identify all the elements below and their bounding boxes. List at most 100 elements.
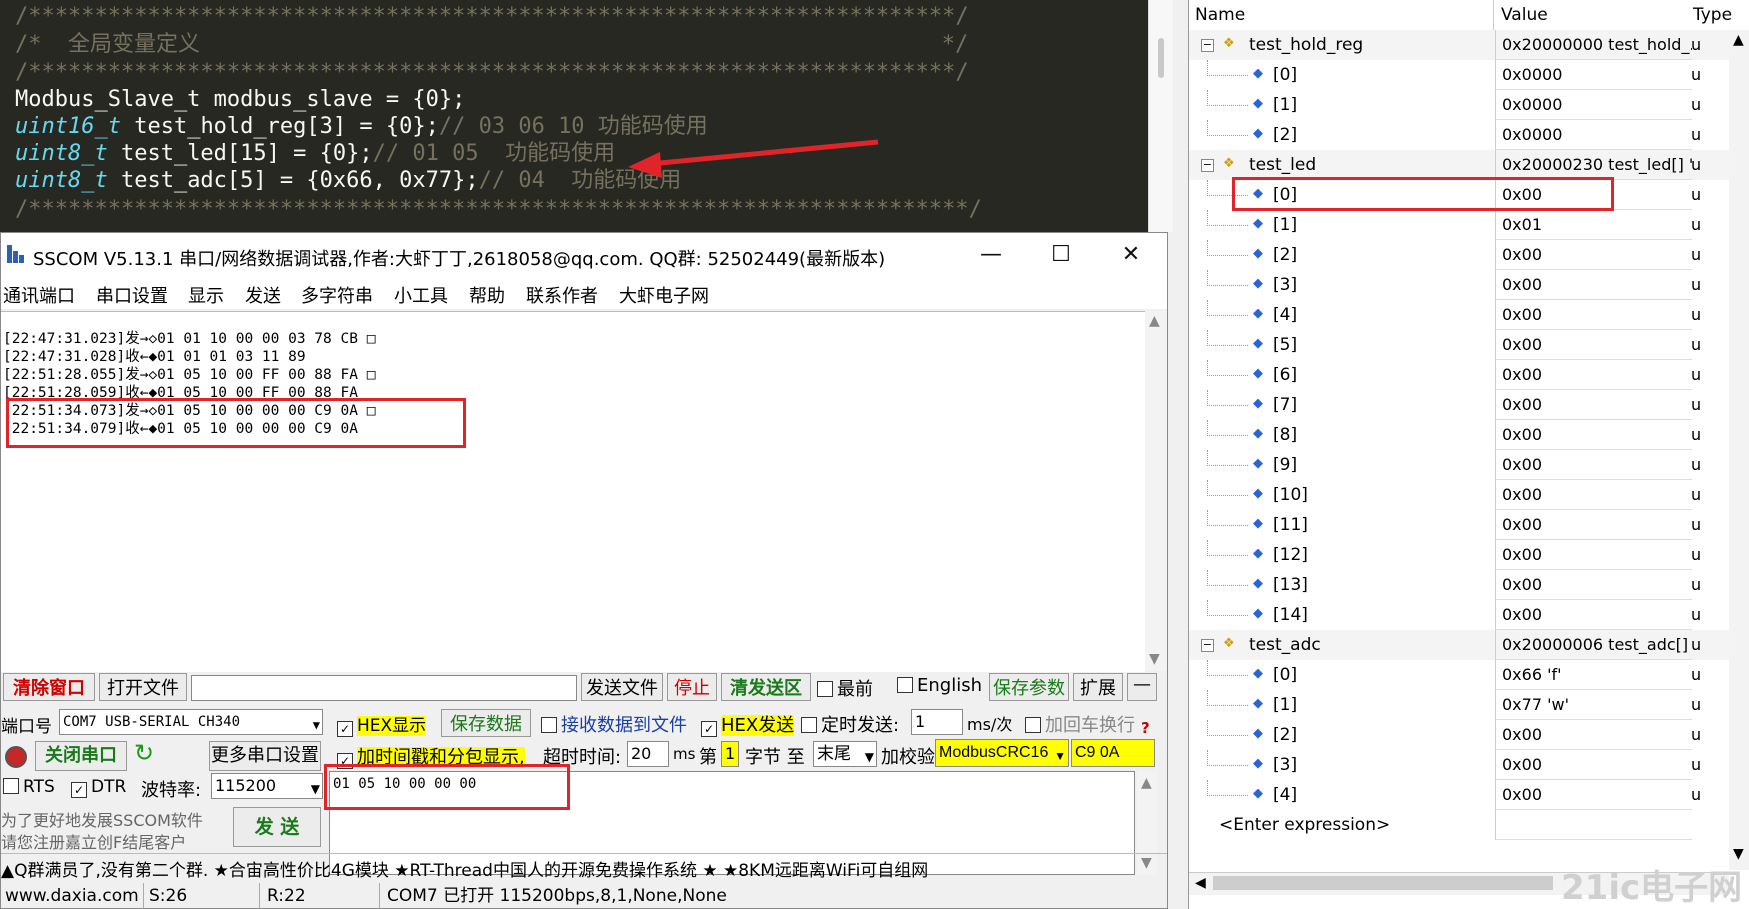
help-icon[interactable]: ? bbox=[1141, 719, 1150, 737]
save-data-button[interactable]: 保存数据 bbox=[441, 709, 531, 737]
watch-scrollbar[interactable]: ▲ ▼ bbox=[1729, 30, 1749, 870]
watch-row-enter-expression[interactable]: <Enter expression> bbox=[1189, 810, 1729, 840]
timeout-input[interactable]: 20 bbox=[627, 741, 669, 767]
watch-row-element[interactable]: ◆ [14] 0x00 u bbox=[1189, 600, 1729, 630]
hex-display-checkbox[interactable]: ✓ HEX显示 bbox=[337, 711, 427, 737]
scroll-left-icon[interactable]: ◀ bbox=[1195, 875, 1206, 891]
collapse-toggle-icon[interactable]: − bbox=[1201, 639, 1214, 652]
hex-send-checkbox[interactable]: ✓ HEX发送 bbox=[701, 711, 795, 737]
recv-to-file-checkbox[interactable]: 接收数据到文件 bbox=[541, 711, 687, 737]
collapse-button[interactable]: — bbox=[1127, 673, 1157, 701]
crc-result-field: C9 0A bbox=[1071, 739, 1155, 767]
menu-item-display[interactable]: 显示 bbox=[188, 282, 224, 308]
timed-interval-input[interactable]: 1 bbox=[911, 709, 963, 735]
watch-row-element[interactable]: ◆ [6] 0x00 u bbox=[1189, 360, 1729, 390]
code-decl: test_led[15] = {0}; bbox=[107, 141, 373, 166]
more-serial-settings-button[interactable]: 更多串口设置 bbox=[209, 741, 321, 771]
editor-scroll-thumb[interactable] bbox=[1158, 38, 1164, 78]
receive-scrollbar[interactable]: ▲ ▼ bbox=[1145, 311, 1167, 671]
baud-select[interactable]: 115200 ▼ bbox=[211, 773, 323, 799]
send-button[interactable]: 发 送 bbox=[233, 807, 321, 847]
timed-send-checkbox[interactable]: 定时发送: bbox=[801, 711, 899, 737]
watch-row-element[interactable]: ◆ [8] 0x00 u bbox=[1189, 420, 1729, 450]
add-crlf-checkbox[interactable]: 加回车换行 bbox=[1025, 711, 1135, 737]
watch-row-element[interactable]: ◆ [13] 0x00 u bbox=[1189, 570, 1729, 600]
menu-item-contact[interactable]: 联系作者 bbox=[526, 282, 598, 308]
status-sent-count: S:26 bbox=[145, 883, 260, 909]
code-editor[interactable]: /***************************************… bbox=[0, 0, 1148, 232]
watch-row-element[interactable]: ◆ [12] 0x00 u bbox=[1189, 540, 1729, 570]
watch-row-element[interactable]: ◆ [4] 0x00 u bbox=[1189, 300, 1729, 330]
watch-row-element[interactable]: ◆ [3] 0x00 u bbox=[1189, 270, 1729, 300]
title-bar[interactable]: SSCOM V5.13.1 串口/网络数据调试器,作者:大虾丁丁,2618058… bbox=[1, 233, 1167, 277]
open-file-button[interactable]: 打开文件 bbox=[99, 673, 187, 701]
collapse-toggle-icon[interactable]: − bbox=[1201, 39, 1214, 52]
hscroll-thumb[interactable] bbox=[1213, 876, 1553, 890]
menu-item-tools[interactable]: 小工具 bbox=[394, 282, 448, 308]
checksum-select[interactable]: ModbusCRC16 ▼ bbox=[935, 739, 1069, 767]
watch-row-element[interactable]: ◆ [2] 0x0000 u bbox=[1189, 120, 1729, 150]
watch-row-element[interactable]: ◆ [1] 0x0000 u bbox=[1189, 90, 1729, 120]
code-line: Modbus_Slave_t modbus_slave = {0}; bbox=[15, 87, 466, 112]
rts-checkbox[interactable]: RTS bbox=[3, 777, 55, 797]
scroll-up-icon[interactable]: ▲ bbox=[1733, 32, 1744, 48]
close-port-button[interactable]: 关闭串口 bbox=[35, 741, 127, 771]
scroll-up-icon[interactable]: ▲ bbox=[1149, 313, 1160, 329]
watch-element-type: u bbox=[1691, 185, 1702, 204]
menu-item-send[interactable]: 发送 bbox=[245, 282, 281, 308]
watch-row-element[interactable]: ◆ [2] 0x00 u bbox=[1189, 720, 1729, 750]
close-button[interactable]: ✕ bbox=[1101, 237, 1161, 273]
send-file-button[interactable]: 发送文件 bbox=[581, 673, 663, 701]
watch-row-element[interactable]: ◆ [1] 0x77 'w' u bbox=[1189, 690, 1729, 720]
expand-button[interactable]: 扩展 bbox=[1073, 673, 1123, 701]
column-header-type[interactable]: Type bbox=[1687, 0, 1733, 30]
maximize-button[interactable]: ☐ bbox=[1031, 237, 1091, 273]
stop-button[interactable]: 停止 bbox=[667, 673, 717, 701]
watch-row-element[interactable]: ◆ [10] 0x00 u bbox=[1189, 480, 1729, 510]
save-params-button[interactable]: 保存参数 bbox=[989, 673, 1069, 701]
byte-to-select[interactable]: 末尾 ▼ bbox=[813, 741, 877, 767]
watch-row-element[interactable]: ◆ [5] 0x00 u bbox=[1189, 330, 1729, 360]
collapse-toggle-icon[interactable]: − bbox=[1201, 159, 1214, 172]
watch-row-test_adc[interactable]: − ❖ test_adc 0x20000006 test_adc[] ... u bbox=[1189, 630, 1729, 660]
watch-row-element[interactable]: ◆ [2] 0x00 u bbox=[1189, 240, 1729, 270]
scroll-down-icon[interactable]: ▼ bbox=[1149, 651, 1160, 667]
watch-row-element[interactable]: ◆ [3] 0x00 u bbox=[1189, 750, 1729, 780]
watch-element-value: 0x00 bbox=[1495, 600, 1692, 630]
watch-row-element[interactable]: ◆ [9] 0x00 u bbox=[1189, 450, 1729, 480]
refresh-icon[interactable]: ↻ bbox=[134, 739, 154, 767]
watch-row-element[interactable]: ◆ [0] 0x66 'f' u bbox=[1189, 660, 1729, 690]
minimize-button[interactable]: — bbox=[961, 237, 1021, 273]
topmost-checkbox[interactable]: 最前 bbox=[817, 675, 873, 701]
enter-expression-input[interactable]: <Enter expression> bbox=[1219, 810, 1390, 840]
receive-area[interactable]: [22:47:31.023]发→◇01 01 10 00 00 03 78 CB… bbox=[1, 311, 1145, 672]
file-path-input[interactable] bbox=[191, 675, 577, 701]
column-header-value[interactable]: Value bbox=[1495, 0, 1688, 30]
tree-guide bbox=[1207, 420, 1248, 436]
menu-item-daxia[interactable]: 大虾电子网 bbox=[619, 282, 709, 308]
clear-window-button[interactable]: 清除窗口 bbox=[3, 673, 95, 701]
watch-row-element[interactable]: ◆ [1] 0x01 u bbox=[1189, 210, 1729, 240]
watch-row-element[interactable]: ◆ [4] 0x00 u bbox=[1189, 780, 1729, 810]
watch-element-value: 0x00 bbox=[1495, 450, 1692, 480]
column-header-name[interactable]: Name bbox=[1189, 0, 1494, 30]
watch-row-test_hold_reg[interactable]: − ❖ test_hold_reg 0x20000000 test_hold_... u bbox=[1189, 30, 1729, 60]
scroll-up-icon[interactable]: ▲ bbox=[1141, 775, 1152, 791]
dtr-checkbox[interactable]: ✓ DTR bbox=[71, 777, 126, 798]
english-checkbox[interactable]: English bbox=[897, 675, 982, 696]
byte-from-input[interactable]: 1 bbox=[721, 741, 739, 767]
watch-row-element[interactable]: ◆ [7] 0x00 u bbox=[1189, 390, 1729, 420]
editor-scrollbar[interactable] bbox=[1148, 0, 1173, 232]
status-site[interactable]: www.daxia.com bbox=[1, 883, 144, 909]
clear-send-button[interactable]: 清发送区 bbox=[721, 673, 811, 701]
ticker-text[interactable]: ▲Q群满员了,没有第二个群. ★合宙高性价比4G模块 ★RT-Thread中国人… bbox=[1, 856, 928, 881]
menu-item-multi-string[interactable]: 多字符串 bbox=[301, 282, 373, 308]
watch-element-type: u bbox=[1691, 125, 1702, 144]
watch-row-test_led[interactable]: − ❖ test_led 0x20000230 test_led[] "" u bbox=[1189, 150, 1729, 180]
watch-row-element[interactable]: ◆ [11] 0x00 u bbox=[1189, 510, 1729, 540]
port-select[interactable]: COM7 USB-SERIAL CH340 ▼ bbox=[59, 709, 323, 735]
menu-item-serial-settings[interactable]: 串口设置 bbox=[96, 282, 168, 308]
watch-row-element[interactable]: ◆ [0] 0x0000 u bbox=[1189, 60, 1729, 90]
menu-item-help[interactable]: 帮助 bbox=[469, 282, 505, 308]
menu-item-port[interactable]: 通讯端口 bbox=[3, 282, 75, 308]
